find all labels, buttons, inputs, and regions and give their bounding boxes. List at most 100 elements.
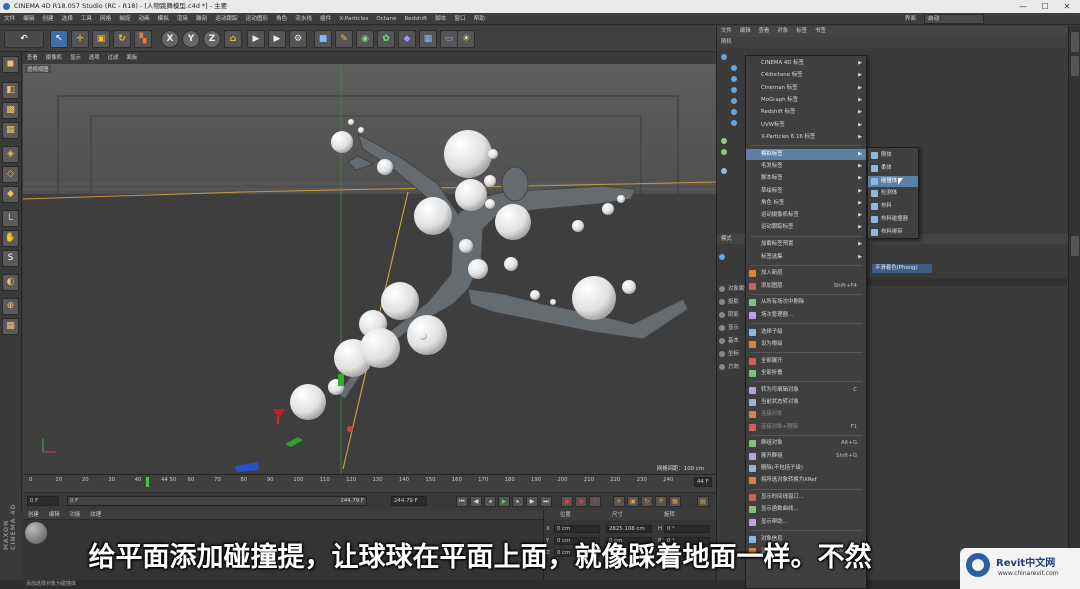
attribute-row[interactable]: 投影 [719, 297, 739, 307]
context-menu-item[interactable]: 标签选集 ▶ [746, 252, 866, 263]
phong-tag-chip[interactable]: 平滑着色(Phong) [872, 264, 932, 273]
attribute-row[interactable]: 方向 [719, 362, 739, 372]
object-row[interactable] [731, 74, 740, 84]
context-menu-item[interactable]: 添加图层 Shift+F4 [746, 281, 866, 292]
material-menu-item[interactable]: 编辑 [44, 510, 65, 520]
context-menu-item[interactable]: 场次管理器... [746, 310, 866, 321]
context-menu-item[interactable]: 连接对象 [746, 409, 866, 420]
render-picture-icon[interactable]: ▶ [268, 30, 286, 48]
menu-item[interactable]: 创建 [38, 13, 57, 25]
frame-range-slider[interactable]: 0 F 244.79 F [67, 496, 367, 506]
light-icon[interactable]: ☀ [457, 30, 475, 48]
prev-frame-icon[interactable]: ◂ [484, 496, 496, 507]
object-manager-menu-item[interactable]: 查看 [755, 26, 774, 37]
viewport-menu-item[interactable]: 面板 [122, 53, 141, 64]
menu-item[interactable]: 文件 [0, 13, 19, 25]
render-settings-icon[interactable]: ⚙ [289, 30, 307, 48]
object-row[interactable] [731, 63, 740, 73]
edges-mode-icon[interactable]: ◇ [2, 166, 19, 183]
texture-mode-icon[interactable]: ▩ [2, 102, 19, 119]
key-param-icon[interactable]: P [655, 496, 667, 507]
array-icon[interactable]: ✿ [377, 30, 395, 48]
attribute-field[interactable] [867, 278, 1067, 286]
menu-item[interactable]: 流水线 [291, 13, 316, 25]
menu-item[interactable]: 选择 [58, 13, 77, 25]
layout-select[interactable]: 启动 [924, 14, 984, 24]
start-frame-field[interactable]: 0 F [27, 496, 59, 506]
object-manager-menu-item[interactable]: 书签 [811, 26, 830, 37]
menu-item[interactable]: 窗口 [450, 13, 469, 25]
object-manager-menu-item[interactable]: 编辑 [736, 26, 755, 37]
context-menu-item[interactable]: 当前状态转对象 [746, 397, 866, 408]
context-menu-item[interactable]: 角色 标签 ▶ [746, 198, 866, 209]
goto-end-icon[interactable]: ⏭ [540, 496, 552, 507]
simulation-tag-item[interactable]: 碰撞体 [868, 175, 918, 187]
object-manager-menu-item[interactable]: 对象 [773, 26, 792, 37]
model-mode-icon[interactable]: ◧ [2, 82, 19, 99]
menu-item[interactable]: 工具 [77, 13, 96, 25]
side-tab-objects[interactable] [1071, 32, 1079, 52]
side-tab-content[interactable] [1071, 56, 1079, 76]
viewport-menu-item[interactable]: 摄像机 [42, 53, 66, 64]
next-key-icon[interactable]: ▶ [526, 496, 538, 507]
context-menu-item[interactable]: 毛发标签 ▶ [746, 161, 866, 172]
autokey-icon[interactable]: ◉ [575, 496, 587, 507]
context-menu-item[interactable]: MoGraph 标签 ▶ [746, 95, 866, 106]
grid-icon[interactable]: ▦ [2, 318, 19, 335]
context-menu-item[interactable]: 加入新层 [746, 268, 866, 279]
subdivision-icon[interactable]: ◉ [356, 30, 374, 48]
material-menu-item[interactable]: 功能 [65, 510, 86, 520]
scale-icon[interactable]: ▣ [92, 30, 110, 48]
prev-key-icon[interactable]: ◀ [470, 496, 482, 507]
object-row[interactable] [731, 118, 740, 128]
context-menu-item[interactable]: 群组对象 Alt+G [746, 438, 866, 449]
context-menu-item[interactable]: 展开群组 Shift+G [746, 451, 866, 462]
context-menu-item[interactable]: 运动摄像机标签 ▶ [746, 210, 866, 221]
object-row[interactable] [731, 85, 740, 95]
context-menu-item[interactable]: X-Particles 6.16 标签 ▶ [746, 132, 866, 143]
menu-item[interactable]: 插件 [316, 13, 335, 25]
context-menu-item[interactable]: UVW标签 ▶ [746, 120, 866, 131]
deformer-icon[interactable]: ◆ [398, 30, 416, 48]
context-menu-item[interactable]: CINEMA 4D 标签 ▶ [746, 58, 866, 69]
magnet-icon[interactable]: ◐ [2, 274, 19, 291]
context-menu-item[interactable]: 显示函数曲线... [746, 504, 866, 515]
size-x-field[interactable]: 2825.108 cm [606, 525, 652, 533]
simulation-tag-item[interactable]: 布料碰撞器 [868, 214, 918, 225]
context-menu-item[interactable]: 脚本标签 ▶ [746, 173, 866, 184]
move-gizmo-y[interactable] [338, 374, 344, 386]
axis-mode-icon[interactable]: L [2, 210, 19, 227]
attribute-row[interactable]: 坐标 [719, 349, 739, 359]
context-menu-item[interactable]: 删除(不包括子级) [746, 463, 866, 474]
make-editable-icon[interactable]: ◼ [2, 56, 19, 73]
context-menu-item[interactable]: Redshift 标签 ▶ [746, 107, 866, 118]
context-menu-item[interactable]: 模拟标签 ▶ [746, 148, 866, 160]
menu-item[interactable]: 运动跟踪 [211, 13, 241, 25]
maximize-button[interactable]: ☐ [1034, 0, 1056, 13]
keyframe-selection-icon[interactable]: ? [589, 496, 601, 507]
menu-item[interactable]: 角色 [272, 13, 291, 25]
context-menu-item[interactable]: 草绘标签 ▶ [746, 186, 866, 197]
object-row[interactable] [731, 96, 740, 106]
key-position-icon[interactable]: ✛ [613, 496, 625, 507]
attribute-row[interactable]: 基本 [719, 336, 739, 346]
menu-item[interactable]: Octane [372, 13, 400, 25]
context-menu-item[interactable]: 全部折叠 [746, 368, 866, 379]
minimize-button[interactable]: — [1012, 0, 1034, 13]
object-row[interactable] [721, 147, 730, 157]
context-menu-item[interactable]: 显示时间线窗口... [746, 492, 866, 503]
lock-icon[interactable]: ⊕ [2, 298, 19, 315]
simulation-tag-item[interactable]: 柔体 [868, 163, 918, 174]
timeline-options-icon[interactable]: ▤ [697, 496, 709, 507]
viewport-menu-item[interactable]: 查看 [23, 53, 42, 64]
goto-start-icon[interactable]: ⏮ [456, 496, 468, 507]
context-menu-item[interactable]: 将所选对象转换为XRef [746, 475, 866, 486]
snap-icon[interactable]: S [2, 250, 19, 267]
close-button[interactable]: ✕ [1056, 0, 1078, 13]
render-view-icon[interactable]: ▶ [247, 30, 265, 48]
object-manager-menu-item[interactable]: 标签 [792, 26, 811, 37]
end-frame-field[interactable]: 244.79 F [391, 496, 427, 506]
context-menu-item[interactable]: 从所有场次中删除 [746, 297, 866, 308]
workplane-icon[interactable]: ▦ [2, 122, 19, 139]
menu-item[interactable]: 编辑 [19, 13, 38, 25]
